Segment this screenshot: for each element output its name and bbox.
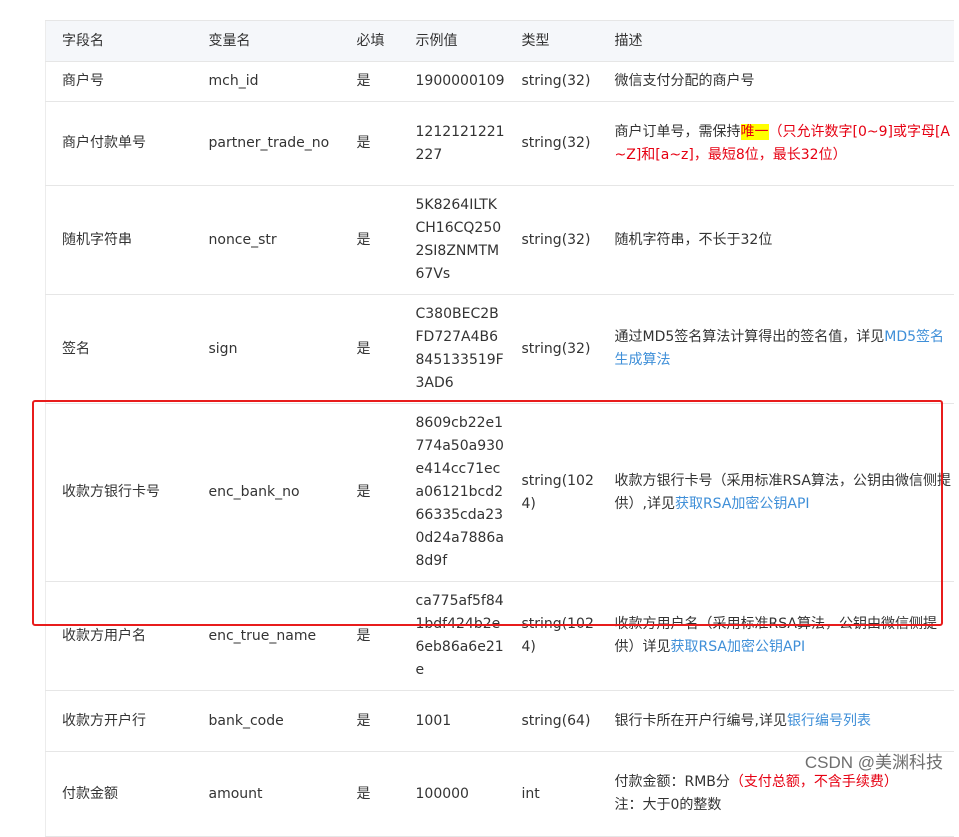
table-row: 商户付款单号 partner_trade_no 是 1212121221227 … (45, 101, 954, 186)
cell-type: string(32) (505, 101, 599, 186)
cell-required: 是 (340, 751, 400, 837)
cell-type: string(1024) (505, 581, 599, 691)
cell-field: 收款方银行卡号 (45, 403, 193, 582)
table-row: 收款方开户行 bank_code 是 1001 string(64) 银行卡所在… (45, 690, 954, 752)
cell-field: 收款方用户名 (45, 581, 193, 691)
cell-desc: 收款方银行卡号（采用标准RSA算法，公钥由微信侧提供）,详见获取RSA加密公钥A… (598, 403, 954, 582)
cell-type: string(32) (505, 61, 599, 102)
cell-var: enc_true_name (192, 581, 341, 691)
cell-field: 付款金额 (45, 751, 193, 837)
table-row: 收款方银行卡号 enc_bank_no 是 8609cb22e1774a50a9… (45, 403, 954, 582)
desc-warning: （支付总额，不含手续费） (729, 774, 898, 790)
cell-desc: 随机字符串，不长于32位 (598, 185, 954, 295)
cell-required: 是 (340, 403, 400, 582)
cell-type: string(32) (505, 294, 599, 404)
table-header-row: 字段名 变量名 必填 示例值 类型 描述 (45, 20, 954, 62)
header-variable-name: 变量名 (192, 20, 341, 62)
desc-text: 商户订单号，需保持 (614, 123, 741, 140)
cell-required: 是 (340, 61, 400, 102)
table-row: 商户号 mch_id 是 1900000109 string(32) 微信支付分… (45, 61, 954, 102)
cell-type: int (505, 751, 599, 837)
cell-var: bank_code (192, 690, 341, 752)
cell-field: 随机字符串 (45, 185, 193, 295)
table-row: 签名 sign 是 C380BEC2BFD727A4B6845133519F3A… (45, 294, 954, 404)
cell-var: nonce_str (192, 185, 341, 295)
desc-text: 通过MD5签名算法计算得出的签名值，详见 (614, 329, 885, 345)
cell-field: 签名 (45, 294, 193, 404)
header-required: 必填 (340, 20, 400, 62)
desc-text: 付款金额：RMB分 (614, 774, 730, 790)
desc-highlight: 唯一 (740, 123, 769, 140)
cell-field: 商户号 (45, 61, 193, 102)
cell-desc: 商户订单号，需保持唯一（只允许数字[0~9]或字母[A~Z]和[a~z]，最短8… (598, 101, 954, 186)
cell-required: 是 (340, 581, 400, 691)
cell-var: enc_bank_no (192, 403, 341, 582)
cell-example: 8609cb22e1774a50a930e414cc71eca06121bcd2… (399, 403, 506, 582)
cell-example: C380BEC2BFD727A4B6845133519F3AD6 (399, 294, 506, 404)
cell-example: 5K8264ILTKCH16CQ2502SI8ZNMTM67Vs (399, 185, 506, 295)
header-example: 示例值 (399, 20, 506, 62)
table-row: 随机字符串 nonce_str 是 5K8264ILTKCH16CQ2502SI… (45, 185, 954, 295)
cell-example: 1001 (399, 690, 506, 752)
cell-required: 是 (340, 294, 400, 404)
cell-desc: 微信支付分配的商户号 (598, 61, 954, 102)
cell-type: string(1024) (505, 403, 599, 582)
cell-desc: 通过MD5签名算法计算得出的签名值，详见MD5签名生成算法 (598, 294, 954, 404)
header-field-name: 字段名 (45, 20, 193, 62)
cell-example: 1900000109 (399, 61, 506, 102)
header-description: 描述 (598, 20, 954, 62)
cell-var: amount (192, 751, 341, 837)
cell-field: 收款方开户行 (45, 690, 193, 752)
params-table: 字段名 变量名 必填 示例值 类型 描述 商户号 mch_id 是 190000… (45, 20, 954, 837)
cell-var: partner_trade_no (192, 101, 341, 186)
cell-desc: 银行卡所在开户行编号,详见银行编号列表 (598, 690, 954, 752)
header-type: 类型 (505, 20, 599, 62)
table-row: 收款方用户名 enc_true_name 是 ca775af5f841bdf42… (45, 581, 954, 691)
desc-text: 银行卡所在开户行编号,详见 (614, 712, 787, 729)
cell-var: sign (192, 294, 341, 404)
cell-example: ca775af5f841bdf424b2e6eb86a6e21e (399, 581, 506, 691)
cell-required: 是 (340, 690, 400, 752)
watermark: CSDN @美渊科技 (804, 753, 943, 772)
bank-code-list-link[interactable]: 银行编号列表 (787, 713, 871, 729)
cell-type: string(64) (505, 690, 599, 752)
rsa-public-key-api-link[interactable]: 获取RSA加密公钥API (675, 496, 810, 512)
desc-note: 注：大于0的整数 (614, 797, 722, 813)
cell-example: 1212121221227 (399, 101, 506, 186)
cell-example: 100000 (399, 751, 506, 837)
cell-var: mch_id (192, 61, 341, 102)
cell-type: string(32) (505, 185, 599, 295)
cell-field: 商户付款单号 (45, 101, 193, 186)
cell-desc: 收款方用户名（采用标准RSA算法，公钥由微信侧提供）详见获取RSA加密公钥API (598, 581, 954, 691)
cell-required: 是 (340, 185, 400, 295)
rsa-public-key-api-link[interactable]: 获取RSA加密公钥API (671, 639, 806, 655)
cell-required: 是 (340, 101, 400, 186)
